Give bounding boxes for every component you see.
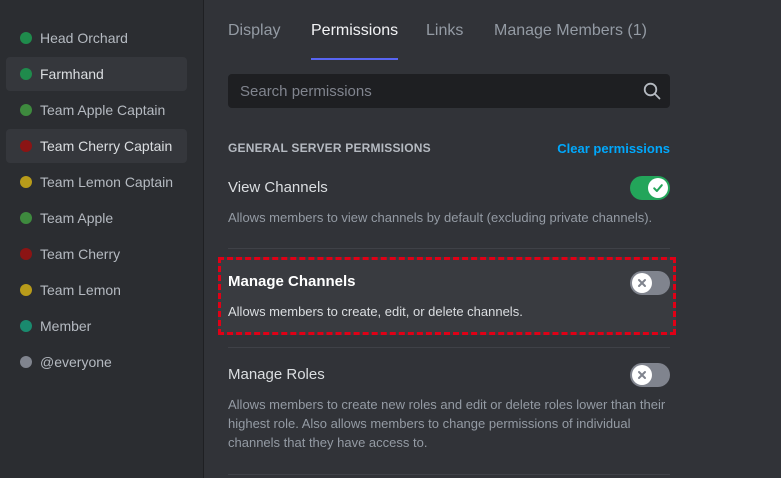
permission-title: Manage Channels — [228, 273, 356, 290]
role-color-dot — [20, 176, 32, 188]
role-label: Head Orchard — [40, 30, 128, 46]
role-label: Team Apple — [40, 210, 114, 226]
role-label: Team Lemon Captain — [40, 174, 174, 190]
check-icon — [653, 184, 663, 192]
role-color-dot — [20, 248, 32, 260]
manage-channels-toggle[interactable] — [630, 271, 670, 295]
permission-manage-channels: Manage Channels Allows members to create… — [228, 271, 670, 323]
view-channels-toggle[interactable] — [630, 176, 670, 200]
toggle-knob — [648, 178, 668, 198]
permission-manage-roles: Manage Roles Allows members to create ne… — [228, 363, 670, 456]
role-color-dot — [20, 68, 32, 80]
divider — [228, 347, 670, 348]
x-icon — [638, 371, 646, 379]
tab-links[interactable]: Links — [426, 0, 463, 60]
permission-view-channels: View Channels Allows members to view cha… — [228, 176, 670, 239]
role-item-team-lemon-captain[interactable]: Team Lemon Captain — [6, 165, 187, 199]
role-item-team-lemon[interactable]: Team Lemon — [6, 273, 187, 307]
role-item-everyone[interactable]: @everyone — [6, 345, 187, 379]
role-item-member[interactable]: Member — [6, 309, 187, 343]
role-label: Farmhand — [40, 66, 104, 82]
permission-description: Allows members to create, edit, or delet… — [228, 304, 523, 319]
divider — [228, 248, 670, 249]
search-bar — [228, 74, 670, 108]
role-item-team-apple-captain[interactable]: Team Apple Captain — [6, 93, 187, 127]
role-label: Team Cherry — [40, 246, 121, 262]
toggle-knob — [632, 273, 652, 293]
permission-description: Allows members to create new roles and e… — [228, 397, 666, 450]
permission-title: Manage Roles — [228, 366, 325, 383]
divider — [228, 474, 670, 475]
role-color-dot — [20, 356, 32, 368]
role-color-dot — [20, 104, 32, 116]
role-label: Team Cherry Captain — [40, 138, 173, 154]
role-color-dot — [20, 284, 32, 296]
role-color-dot — [20, 212, 32, 224]
permission-title: View Channels — [228, 179, 328, 196]
manage-roles-toggle[interactable] — [630, 363, 670, 387]
tab-permissions[interactable]: Permissions — [311, 0, 399, 60]
role-item-head-orchard[interactable]: Head Orchard — [6, 21, 187, 55]
tab-manage-members[interactable]: Manage Members (1) — [494, 0, 647, 60]
role-label: @everyone — [40, 354, 112, 370]
role-item-team-apple[interactable]: Team Apple — [6, 201, 187, 235]
section-header: GENERAL SERVER PERMISSIONS — [228, 141, 431, 155]
search-icon[interactable] — [643, 82, 661, 100]
role-item-farmhand[interactable]: Farmhand — [6, 57, 187, 91]
highlighted-permission-manage-channels: Manage Channels Allows members to create… — [218, 257, 676, 335]
toggle-knob — [632, 365, 652, 385]
x-icon — [638, 279, 646, 287]
search-input[interactable] — [238, 81, 630, 101]
clear-permissions-link[interactable]: Clear permissions — [557, 141, 670, 156]
role-color-dot — [20, 320, 32, 332]
role-item-team-cherry[interactable]: Team Cherry — [6, 237, 187, 271]
role-color-dot — [20, 140, 32, 152]
role-color-dot — [20, 32, 32, 44]
permission-description: Allows members to view channels by defau… — [228, 210, 653, 225]
role-label: Team Apple Captain — [40, 102, 166, 118]
tab-display[interactable]: Display — [228, 0, 280, 60]
role-label: Member — [40, 318, 92, 334]
roles-sidebar: Head Orchard Farmhand Team Apple Captain… — [0, 0, 204, 478]
permissions-panel: Display Permissions Links Manage Members… — [204, 0, 781, 478]
role-settings-window: Head Orchard Farmhand Team Apple Captain… — [0, 0, 781, 478]
role-label: Team Lemon — [40, 282, 121, 298]
role-item-team-cherry-captain[interactable]: Team Cherry Captain — [6, 129, 187, 163]
